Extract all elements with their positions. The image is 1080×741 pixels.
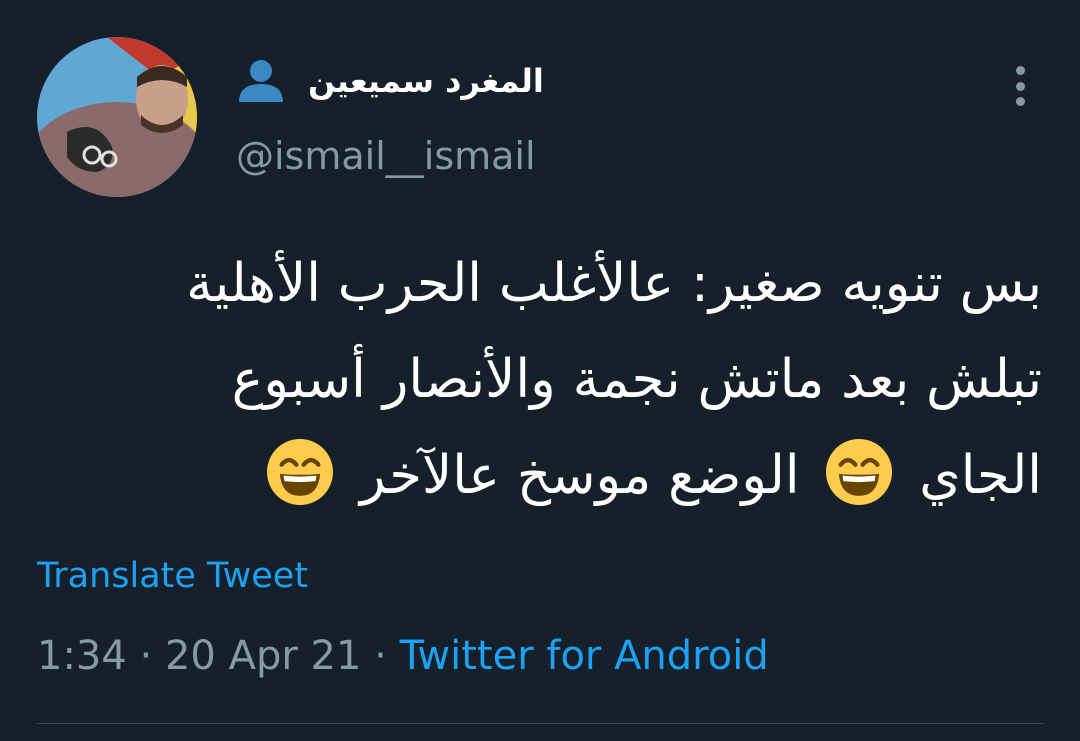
divider: [37, 723, 1044, 724]
display-name-text: المغرد سميعين: [308, 62, 544, 100]
more-vertical-icon-dot: [1015, 97, 1025, 106]
tweet-time: 1:34: [37, 633, 127, 679]
tweet-text-fragment: الجاي: [902, 445, 1042, 506]
tweet-text-line: بس تنويه صغير: عالأغلب الحرب الأهلية: [186, 253, 1042, 314]
grinning-face-with-smiling-eyes-icon: [267, 439, 334, 505]
tweet-text-line: تبلش بعد ماتش نجمة والأنصار أسبوع: [231, 349, 1042, 410]
tweet-text-line: الجاي الوضع موسخ عالآخر: [32, 428, 1042, 524]
avatar[interactable]: [37, 37, 197, 197]
meta-separator: ·: [361, 633, 400, 679]
user-handle[interactable]: @ismail__ismail: [236, 134, 536, 178]
tweet-date: 20 Apr 21: [164, 633, 362, 679]
meta-separator: ·: [126, 633, 165, 679]
tweet-text: بس تنويه صغير: عالأغلب الحرب الأهلية تبل…: [32, 236, 1042, 524]
more-vertical-icon-dot: [1015, 81, 1025, 91]
tweet-meta: 1:34 · 20 Apr 21 · Twitter for Android: [37, 633, 769, 679]
more-options-button[interactable]: [1002, 62, 1038, 110]
grinning-face-with-smiling-eyes-icon: [826, 439, 893, 505]
translate-tweet-link[interactable]: Translate Tweet: [37, 556, 308, 596]
more-vertical-icon-dot: [1015, 66, 1025, 75]
avatar-image: [37, 37, 197, 197]
bust-in-silhouette-icon: [239, 60, 283, 102]
display-name[interactable]: المغرد سميعين: [236, 56, 544, 106]
tweet-source-link[interactable]: Twitter for Android: [400, 633, 769, 679]
tweet-text-fragment: الوضع موسخ عالآخر: [343, 445, 817, 506]
